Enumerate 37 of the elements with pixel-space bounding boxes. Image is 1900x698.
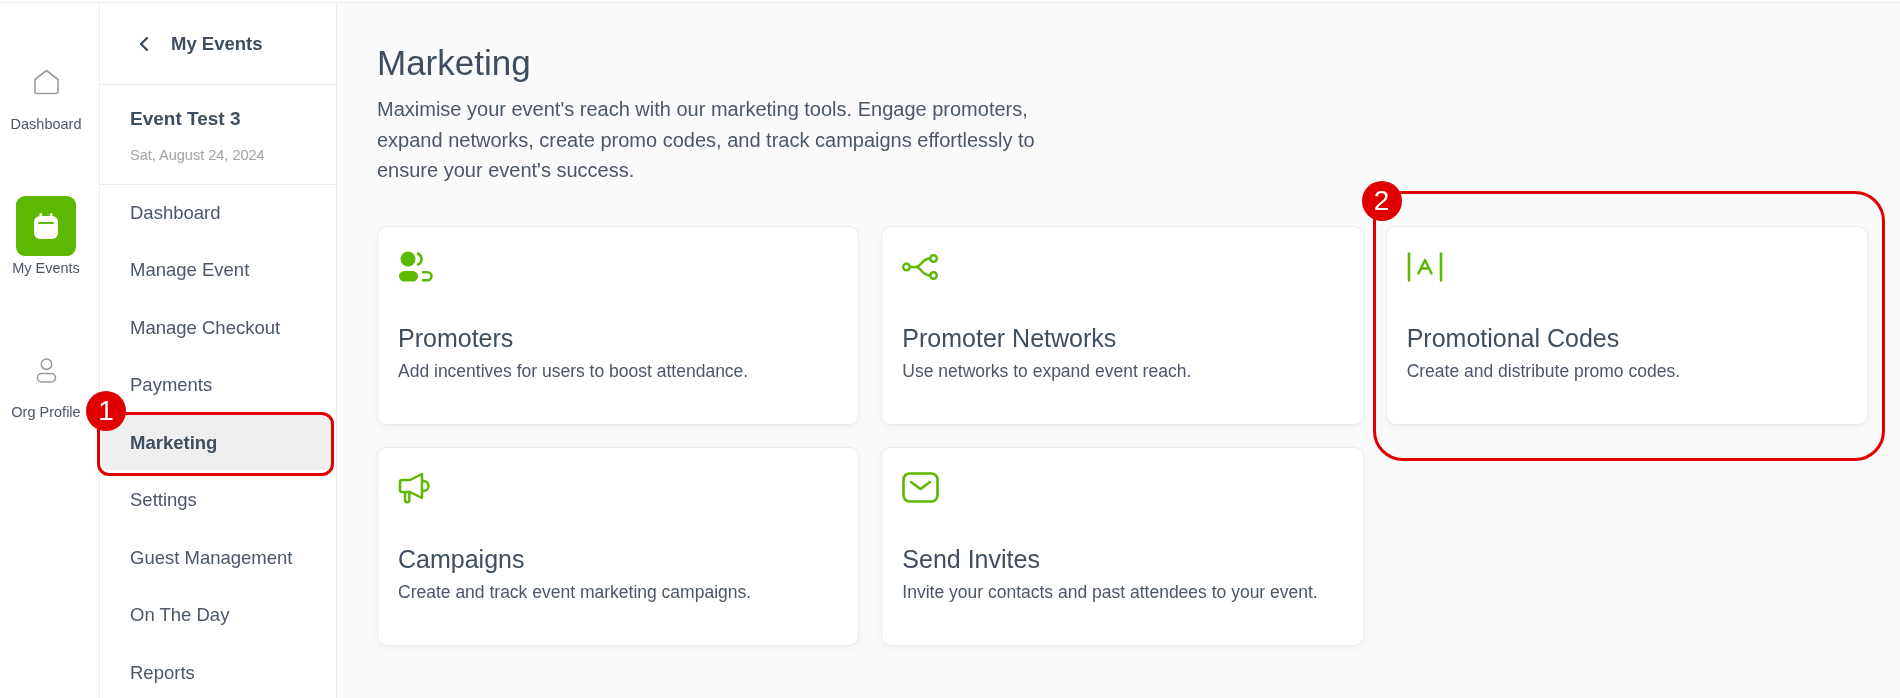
sidebar-nav-item[interactable]: Settings	[102, 472, 331, 528]
megaphone-icon	[398, 471, 431, 504]
nav-rail-item[interactable]: Org Profile	[11, 340, 81, 420]
feature-card[interactable]: Promoter Networks Use networks to expand event reach.	[881, 225, 1364, 425]
network-icon	[902, 253, 939, 280]
event-title: Event Test 3	[130, 107, 242, 131]
nav-rail-item[interactable]: Dashboard	[10, 52, 82, 132]
text-field-icon	[1406, 251, 1443, 282]
page-description: Maximise your event's reach with our marketing tools. Engage promoters, expand networks, create promo codes, and track campaigns effortlessly to ensure your event's success.	[377, 97, 1036, 183]
sidebar-nav-item[interactable]: Dashboard	[102, 185, 331, 240]
sidebar-nav-item[interactable]: Manage Checkout	[102, 300, 331, 355]
nav-rail-item[interactable]: My Events	[12, 196, 80, 276]
step-number-badge: 2	[1361, 180, 1402, 221]
card-description: Create and distribute promo codes.	[1406, 359, 1680, 382]
back-link[interactable]: My Events	[139, 31, 263, 56]
card-title: Promotional Codes	[1406, 322, 1620, 353]
card-title: Promoter Networks	[902, 322, 1117, 353]
sidebar-nav-item[interactable]: Reports	[102, 645, 331, 698]
feature-card[interactable]: Promoters Add incentives for users to boost attendance.	[377, 225, 860, 425]
event-date: Sat, August 24, 2024	[130, 146, 266, 165]
card-description: Use networks to expand event reach.	[902, 359, 1192, 382]
card-description: Create and track event marketing campaigns.	[398, 580, 752, 603]
page-title: Marketing	[377, 43, 532, 83]
envelope-icon	[902, 472, 940, 503]
feature-card[interactable]: Promotional Codes Create and distribute promo codes.	[1385, 225, 1868, 425]
sidebar-nav-item[interactable]: Guest Management	[102, 530, 331, 585]
card-description: Add incentives for users to boost attendance.	[398, 359, 749, 382]
people-icon	[398, 250, 434, 283]
sidebar-nav-item[interactable]: Manage Event	[102, 242, 331, 298]
card-title: Send Invites	[902, 543, 1040, 574]
feature-card[interactable]: Campaigns Create and track event marketing campaigns.	[377, 446, 860, 646]
card-title: Campaigns	[398, 543, 525, 574]
chevron-left-icon	[139, 35, 149, 52]
sidebar-nav-item[interactable]: On The Day	[102, 587, 331, 643]
card-description: Invite your contacts and past attendees to your event.	[902, 580, 1318, 603]
card-title: Promoters	[398, 322, 514, 353]
feature-card[interactable]: Send Invites Invite your contacts and past attendees to your event.	[881, 446, 1364, 646]
